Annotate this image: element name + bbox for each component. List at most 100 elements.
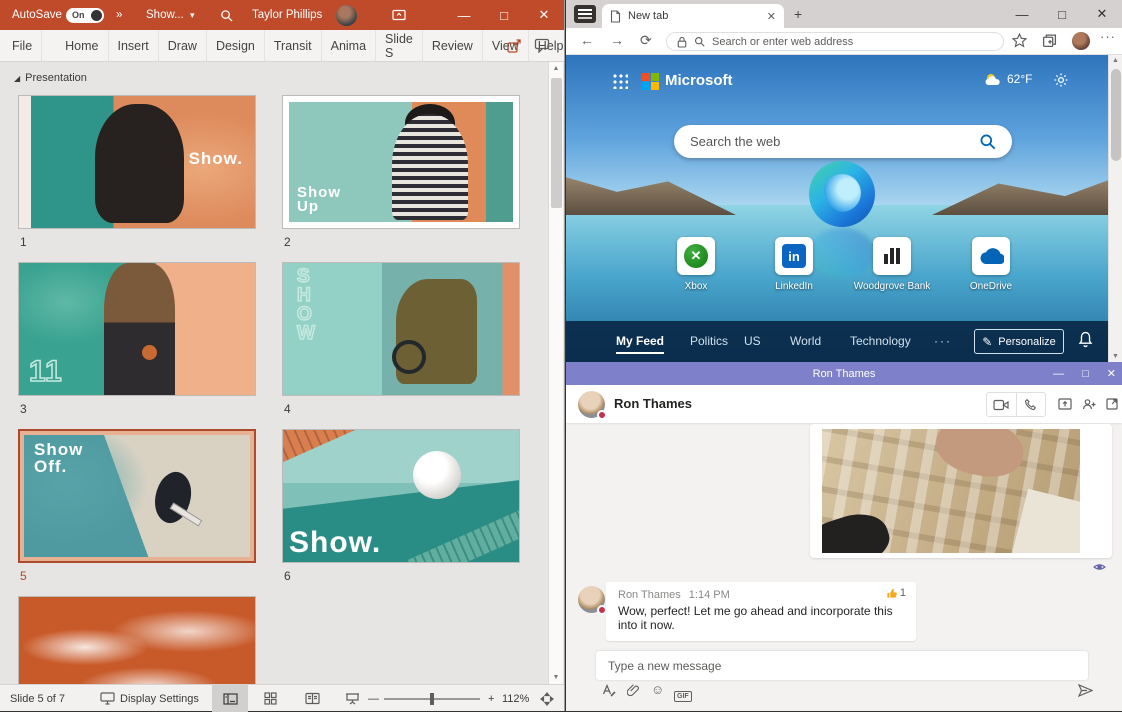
thumbnail-scrollbar[interactable]: ▲ ▼ [548,62,563,684]
tab-close-icon[interactable]: ✕ [767,10,776,23]
popout-chat-icon[interactable] [1106,398,1118,410]
autosave-toggle[interactable]: On [66,0,104,30]
comments-icon[interactable] [534,38,550,53]
shared-image-message[interactable] [810,424,1112,558]
slide-thumbnail-5-selected[interactable]: Show Off. 5 [18,429,256,563]
feed-tab-world[interactable]: World [790,334,821,348]
zoom-slider[interactable] [384,685,480,712]
slide-thumbnail-3[interactable]: 11 3 [18,262,256,396]
feed-more-icon[interactable]: ··· [934,334,952,348]
profile-avatar[interactable] [1072,32,1090,50]
scroll-down-icon[interactable]: ▼ [549,674,563,681]
slideshow-view-button[interactable] [334,685,370,712]
close-button[interactable]: ✕ [1082,0,1122,28]
avatar[interactable] [578,391,605,418]
fit-slide-button[interactable] [540,685,554,712]
slide-thumbnail-6[interactable]: Show. 6 [282,429,520,563]
attach-icon[interactable] [627,684,639,697]
chevron-down-icon[interactable]: ▾ [190,0,195,30]
tab-new-tab[interactable]: New tab ✕ [602,4,784,28]
tab-insert[interactable]: Insert [109,30,159,61]
scrollbar-thumb[interactable] [551,78,562,208]
tab-slideshow[interactable]: Slide S [376,30,423,61]
architecture-model-photo[interactable] [822,429,1080,553]
reading-view-button[interactable] [294,685,330,712]
slide-thumbnail-4[interactable]: SHOW 4 [282,262,520,396]
document-title[interactable]: Show... [146,0,184,30]
favorites-star-icon[interactable] [1012,33,1027,48]
shortcut-linkedin[interactable]: in LinkedIn [754,237,834,292]
minimize-button[interactable]: — [1053,368,1064,380]
maximize-button[interactable]: □ [1042,0,1082,28]
feed-tab-us[interactable]: US [744,334,761,348]
zoom-in-button[interactable]: + [488,685,494,712]
audio-call-button[interactable] [1017,393,1046,416]
refresh-icon[interactable]: ⟳ [640,32,652,49]
emoji-icon[interactable]: ☺ [651,682,664,697]
tab-home[interactable]: Home [56,30,108,61]
settings-more-icon[interactable]: ··· [1100,29,1116,44]
zoom-slider-thumb[interactable] [430,693,434,705]
minimize-button[interactable]: — [444,0,484,30]
zoom-out-button[interactable]: — [368,685,379,712]
web-search-box[interactable]: Search the web [674,125,1012,158]
compose-box[interactable] [596,651,1088,680]
feed-tab-my-feed[interactable]: My Feed [616,334,664,354]
add-people-icon[interactable] [1082,398,1097,410]
video-call-button[interactable] [987,393,1017,416]
gif-icon[interactable]: GIF [674,685,692,703]
page-scrollbar[interactable]: ▲ ▼ [1108,55,1122,362]
search-icon[interactable] [220,0,233,30]
quick-access-overflow-icon[interactable]: » [116,0,122,30]
tab-review[interactable]: Review [423,30,483,61]
chat-message-bubble[interactable]: Ron Thames 1:14 PM Wow, perfect! Let me … [606,582,916,641]
scroll-down-icon[interactable]: ▼ [1109,353,1122,360]
bell-icon[interactable] [1078,331,1093,348]
slide-thumbnail-1[interactable]: Show. 1 [18,95,256,229]
screenshare-icon[interactable] [1058,398,1072,410]
waffle-menu-icon[interactable] [612,73,628,89]
tab-file[interactable]: File [0,30,42,61]
forward-icon[interactable]: → [610,32,624,48]
shortcut-onedrive[interactable]: OneDrive [951,237,1031,292]
shortcut-xbox[interactable]: ✕ Xbox [656,237,736,292]
close-button[interactable]: ✕ [524,0,564,30]
scroll-up-icon[interactable]: ▲ [1109,57,1122,64]
maximize-button[interactable]: □ [484,0,524,30]
slide-thumbnail-7[interactable]: 7 [18,596,256,684]
shortcut-woodgrove-bank[interactable]: Woodgrove Bank [852,237,932,292]
tab-draw[interactable]: Draw [159,30,207,61]
share-icon[interactable] [506,38,522,54]
avatar[interactable] [336,0,357,30]
slide-sorter-view-button[interactable] [252,685,288,712]
feed-tab-technology[interactable]: Technology [850,334,911,348]
back-icon[interactable]: ← [580,32,594,48]
close-button[interactable]: ✕ [1107,367,1116,380]
tab-actions-menu-icon[interactable] [574,5,596,23]
tab-design[interactable]: Design [207,30,265,61]
format-icon[interactable] [602,684,616,697]
send-icon[interactable] [1078,684,1093,697]
minimize-button[interactable]: — [1002,0,1042,28]
personalize-button[interactable]: ✎ Personalize [974,329,1064,354]
slide-thumbnail-2[interactable]: Show Up 2 [282,95,520,229]
account-name[interactable]: Taylor Phillips [252,0,322,30]
normal-view-button[interactable] [212,685,248,712]
ribbon-display-options-icon[interactable] [392,0,406,30]
section-header[interactable]: ◢ Presentation [14,72,87,84]
scrollbar-thumb[interactable] [1111,69,1121,161]
scroll-up-icon[interactable]: ▲ [549,65,563,72]
display-settings-button[interactable]: Display Settings [100,685,199,712]
tab-transitions[interactable]: Transit [265,30,322,61]
collections-icon[interactable] [1042,33,1057,48]
reaction-badge[interactable]: 1 [886,587,906,599]
address-bar[interactable]: Search or enter web address [666,32,1004,51]
gear-icon[interactable] [1053,72,1069,88]
feed-tab-politics[interactable]: Politics [690,334,728,348]
tab-animations[interactable]: Anima [322,30,376,61]
new-tab-button[interactable]: + [794,6,802,22]
message-input[interactable] [596,651,1088,680]
weather-widget[interactable]: 62°F [984,72,1032,86]
microsoft-logo[interactable] [642,73,659,90]
microsoft-wordmark[interactable]: Microsoft [665,72,733,89]
